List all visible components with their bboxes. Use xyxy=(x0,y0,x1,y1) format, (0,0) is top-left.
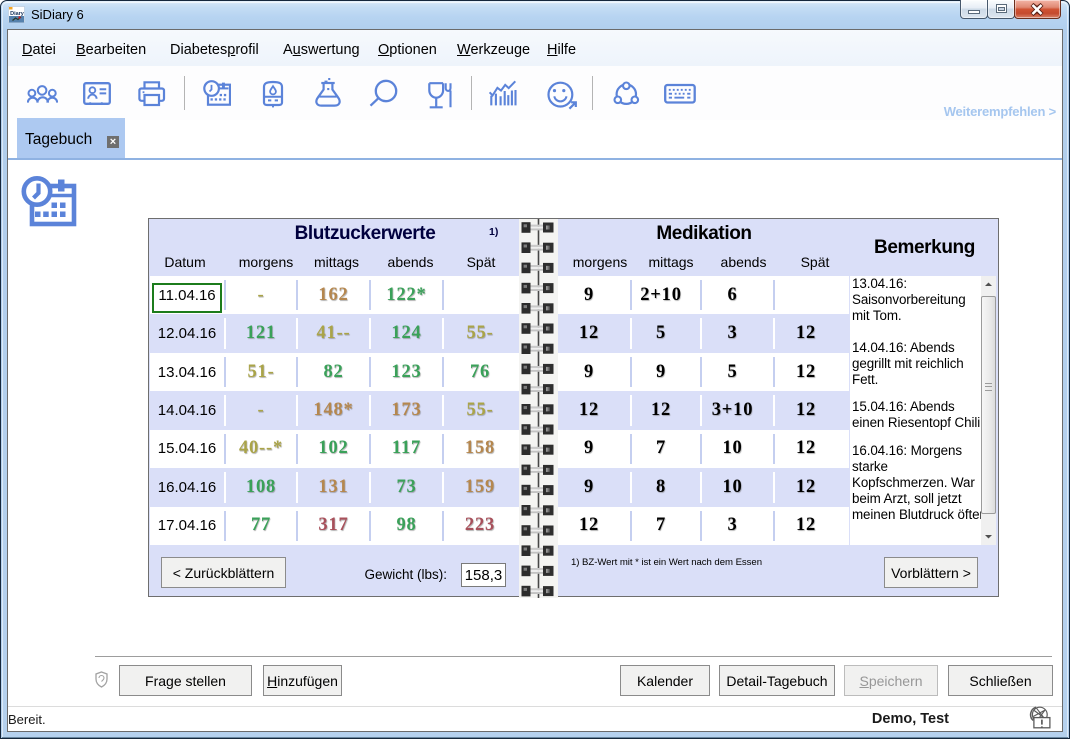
svg-text:Diary: Diary xyxy=(10,11,25,17)
